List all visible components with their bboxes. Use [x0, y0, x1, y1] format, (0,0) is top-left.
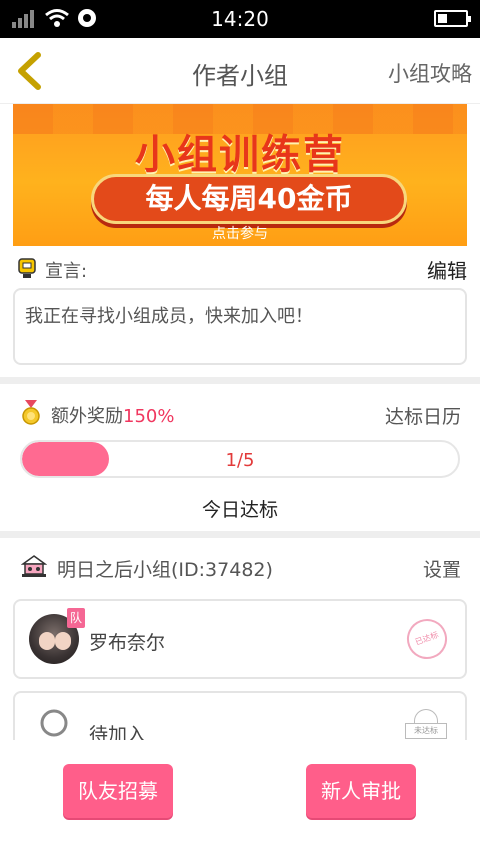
banner-title: 小组训练营 — [135, 132, 345, 178]
nav-bar: 作者小组 小组攻略 — [0, 38, 480, 104]
bottom-action-bar: 队友招募 新人审批 — [0, 740, 480, 854]
bonus-label-text: 额外奖励 — [51, 406, 123, 427]
progress-text: 1/5 — [225, 450, 255, 471]
group-guide-link[interactable]: 小组攻略 — [388, 58, 472, 88]
captain-badge: 队 — [67, 608, 85, 628]
group-name: 明日之后小组(ID:37482) — [57, 559, 273, 581]
declaration-text: 我正在寻找小组成员，快来加入吧！ — [13, 288, 467, 365]
status-bar: 14:20 — [0, 0, 480, 38]
group-settings-button[interactable]: 设置 — [423, 555, 461, 582]
group-header: 明日之后小组(ID:37482) 设置 — [13, 550, 467, 584]
banner-reward-pill: 每人每周40金币 — [91, 174, 407, 224]
recruit-teammates-button[interactable]: 队友招募 — [63, 764, 173, 818]
clock: 14:20 — [211, 7, 269, 31]
medal-icon — [22, 400, 40, 425]
group-camp-icon — [21, 555, 47, 577]
approve-newcomers-button[interactable]: 新人审批 — [306, 764, 416, 818]
progress-caption: 今日达标 — [201, 499, 278, 521]
achieved-stamp-icon: 已达标 — [401, 613, 453, 665]
daily-progress-bar: 1/5 — [20, 440, 460, 478]
achievement-calendar-link[interactable]: 达标日历 — [385, 402, 461, 429]
declaration-header: 宣言: 编辑 — [13, 253, 467, 283]
section-divider — [0, 377, 480, 384]
bonus-header: 额外奖励150% 达标日历 — [13, 398, 467, 428]
section-divider — [0, 531, 480, 538]
battery-icon — [434, 10, 471, 27]
member-card[interactable]: 队 罗布奈尔 已达标 — [13, 599, 467, 679]
bonus-label: 额外奖励150% — [51, 402, 174, 428]
member-name: 罗布奈尔 — [89, 632, 166, 654]
not-achieved-stamp-text: 未达标 — [405, 723, 447, 739]
training-camp-banner[interactable]: 小组训练营 每人每周40金币 点击参与 — [13, 104, 467, 246]
bonus-percent: 150% — [123, 406, 175, 427]
announcement-icon — [18, 258, 36, 278]
not-achieved-stamp-icon: 未达标 — [405, 709, 447, 739]
declaration-label: 宣言: — [45, 261, 88, 282]
banner-cta: 点击参与 — [212, 226, 268, 242]
edit-declaration-button[interactable]: 编辑 — [427, 255, 467, 284]
